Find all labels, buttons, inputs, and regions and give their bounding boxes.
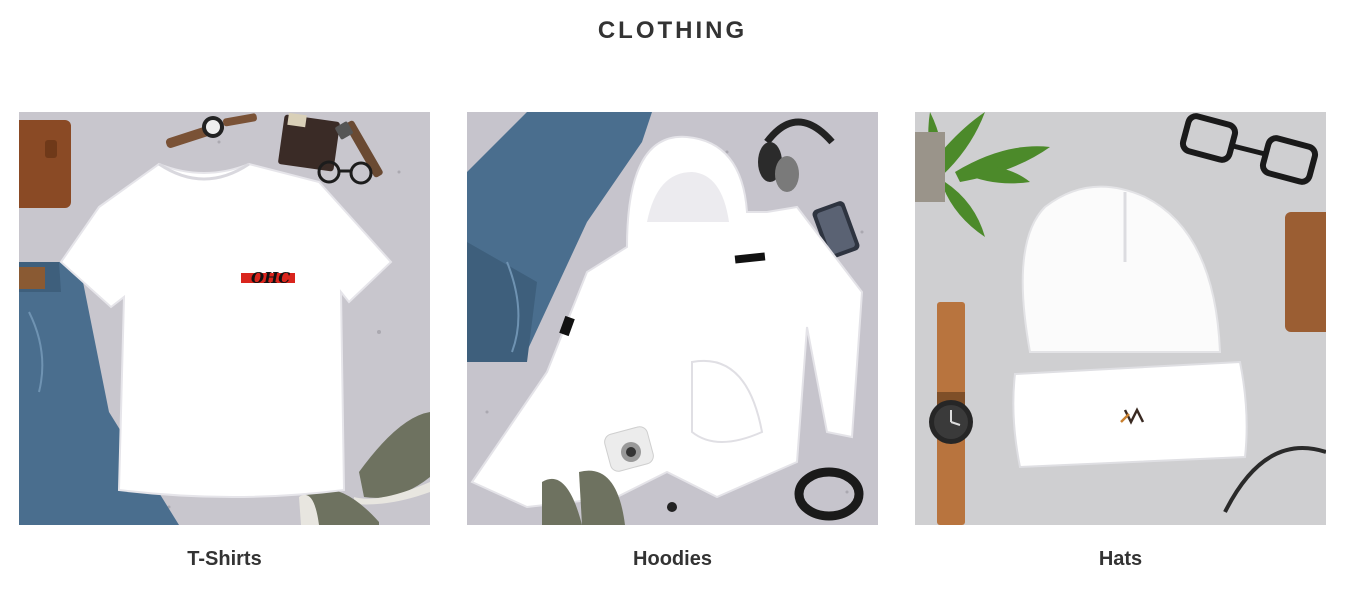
collection-label-tshirts[interactable]: T-Shirts [19,548,430,571]
collection-card-hats[interactable]: Hats [915,112,1326,571]
collection-card-hoodies[interactable]: Hoodies [467,112,878,571]
tshirts-image[interactable]: OHC [19,112,430,525]
svg-text:OHC: OHC [251,269,290,287]
collection-card-tshirts[interactable]: OHC T-Shirts [19,112,430,571]
hats-image[interactable] [915,112,1326,525]
section-title: CLOTHING [597,17,748,44]
collection-label-hats[interactable]: Hats [915,548,1326,571]
hoodies-image[interactable] [467,112,878,525]
collection-page: CLOTHING OHC T-Shirts Hoodies Hats [0,0,1355,595]
collection-label-hoodies[interactable]: Hoodies [467,548,878,571]
